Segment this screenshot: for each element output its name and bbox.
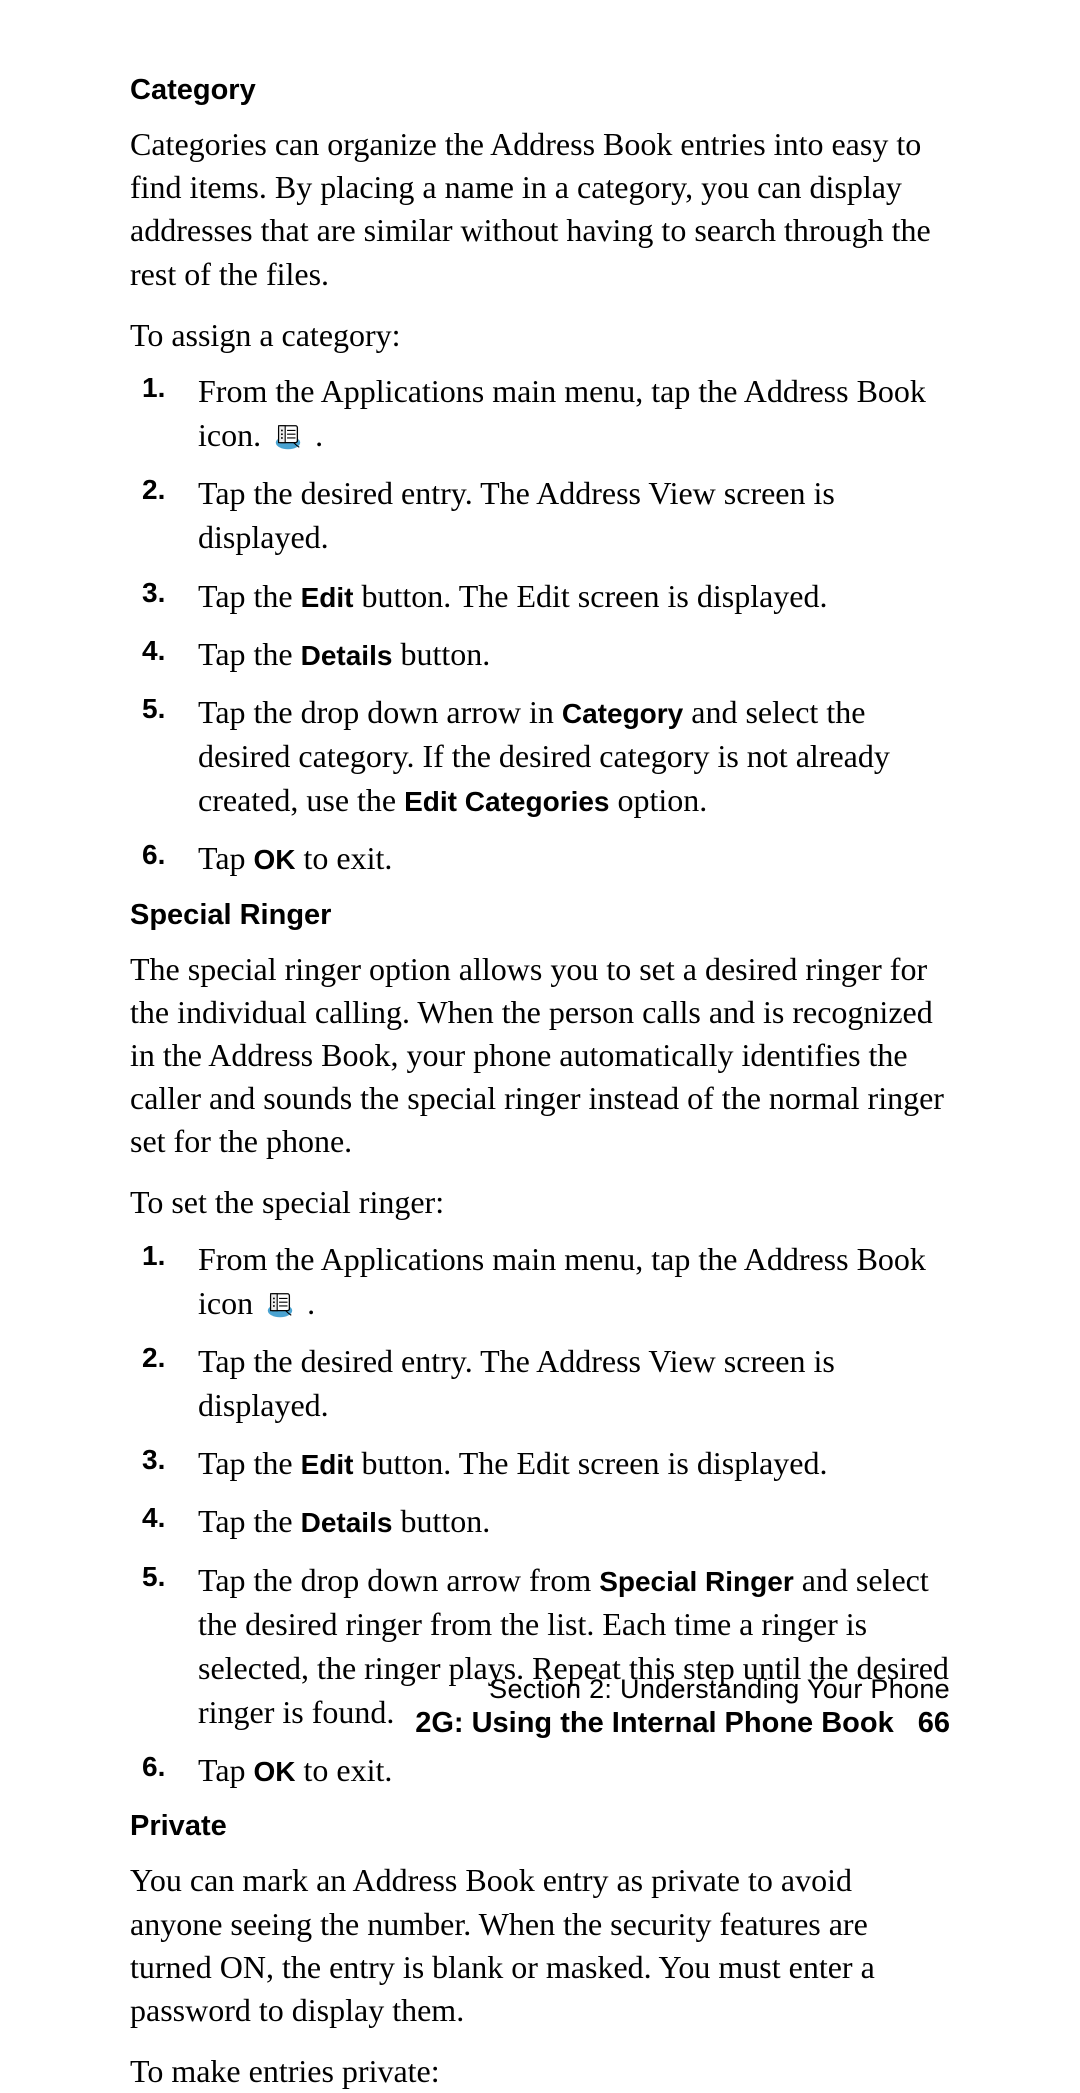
page-footer: Section 2: Understanding Your Phone 2G: …: [415, 1674, 950, 1740]
step-number: 3.: [142, 1441, 198, 1476]
step-body: Tap the drop down arrow in Category and …: [198, 690, 950, 822]
step-number: 5.: [142, 690, 198, 725]
bold-term: Details: [301, 1507, 393, 1538]
bold-term: Edit: [301, 582, 354, 613]
section: Private You can mark an Address Book entr…: [130, 1810, 950, 2093]
step-body: From the Applications main menu, tap the…: [198, 369, 950, 457]
step-number: 6.: [142, 836, 198, 871]
step-number: 5.: [142, 1558, 198, 1593]
step-item: 3.Tap the Edit button. The Edit screen i…: [130, 574, 950, 618]
section-paragraph: The special ringer option allows you to …: [130, 948, 950, 1164]
page-number: 66: [918, 1707, 950, 1740]
bold-term: Details: [301, 640, 393, 671]
section-heading: Private: [130, 1810, 950, 1843]
section: Special Ringer The special ringer option …: [130, 899, 950, 1793]
step-body: Tap OK to exit.: [198, 836, 950, 880]
page-content: Category Categories can organize the Addr…: [130, 74, 950, 2093]
section-lead: To make entries private:: [130, 2050, 950, 2093]
step-number: 2.: [142, 1339, 198, 1374]
step-item: 1.From the Applications main menu, tap t…: [130, 1237, 950, 1325]
bold-term: Special Ringer: [599, 1566, 794, 1597]
step-body: Tap the Details button.: [198, 1499, 950, 1543]
step-body: Tap the desired entry. The Address View …: [198, 471, 950, 559]
step-number: 2.: [142, 471, 198, 506]
step-item: 1.From the Applications main menu, tap t…: [130, 369, 950, 457]
section: Category Categories can organize the Addr…: [130, 74, 950, 881]
addressbook-icon: [265, 1290, 295, 1320]
section-heading: Special Ringer: [130, 899, 950, 932]
section-lead: To assign a category:: [130, 314, 950, 357]
section-paragraph: Categories can organize the Address Book…: [130, 123, 950, 296]
footer-chapter-label: 2G: Using the Internal Phone Book66: [415, 1707, 950, 1740]
bold-term: Edit: [301, 1449, 354, 1480]
bold-term: Category: [562, 698, 683, 729]
step-list: 1.From the Applications main menu, tap t…: [130, 369, 950, 881]
bold-term: Edit Categories: [404, 786, 609, 817]
step-body: From the Applications main menu, tap the…: [198, 1237, 950, 1325]
section-paragraph: You can mark an Address Book entry as pr…: [130, 1859, 950, 2032]
step-body: Tap the Edit button. The Edit screen is …: [198, 1441, 950, 1485]
step-body: Tap the Edit button. The Edit screen is …: [198, 574, 950, 618]
step-number: 3.: [142, 574, 198, 609]
step-number: 6.: [142, 1748, 198, 1783]
step-body: Tap OK to exit.: [198, 1748, 950, 1792]
step-item: 5.Tap the drop down arrow in Category an…: [130, 690, 950, 822]
step-item: 2.Tap the desired entry. The Address Vie…: [130, 471, 950, 559]
step-number: 1.: [142, 369, 198, 404]
step-number: 4.: [142, 1499, 198, 1534]
bold-term: OK: [254, 844, 296, 875]
step-number: 4.: [142, 632, 198, 667]
step-number: 1.: [142, 1237, 198, 1272]
step-item: 2.Tap the desired entry. The Address Vie…: [130, 1339, 950, 1427]
step-item: 6.Tap OK to exit.: [130, 836, 950, 880]
step-body: Tap the desired entry. The Address View …: [198, 1339, 950, 1427]
step-body: Tap the Details button.: [198, 632, 950, 676]
step-item: 3.Tap the Edit button. The Edit screen i…: [130, 1441, 950, 1485]
step-item: 4.Tap the Details button.: [130, 1499, 950, 1543]
section-lead: To set the special ringer:: [130, 1181, 950, 1224]
addressbook-icon: [273, 422, 303, 452]
step-item: 6.Tap OK to exit.: [130, 1748, 950, 1792]
section-heading: Category: [130, 74, 950, 107]
footer-section-label: Section 2: Understanding Your Phone: [415, 1674, 950, 1705]
step-item: 4.Tap the Details button.: [130, 632, 950, 676]
bold-term: OK: [254, 1756, 296, 1787]
